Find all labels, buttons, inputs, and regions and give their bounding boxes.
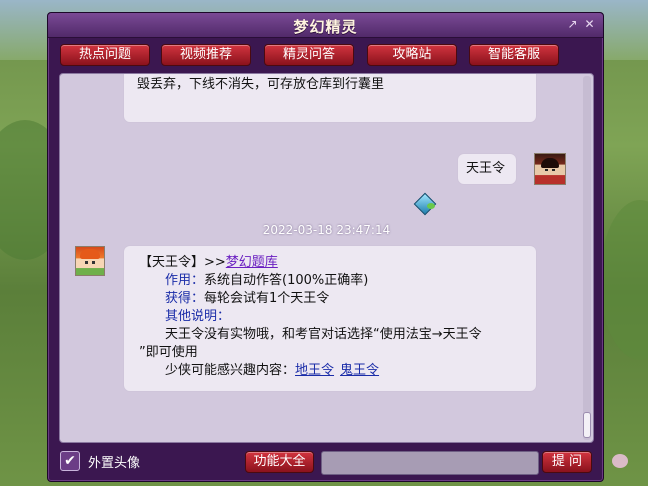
effect-key: 作用 [165, 273, 192, 288]
answer-head: 【天王令】>>梦幻题库 [139, 254, 278, 272]
close-icon[interactable]: ✕ [583, 18, 596, 31]
effect-value: 系统自动作答(100%正确率) [204, 273, 369, 288]
answer-row-effect: 作用：系统自动作答(100%正确率) [165, 273, 369, 288]
answer-bubble: 【天王令】>>梦幻题库 作用：系统自动作答(100%正确率) 获得：每轮会试有1… [124, 246, 536, 391]
window-title: 梦幻精灵 [293, 18, 358, 36]
user-query-text: 天王令 [466, 161, 506, 176]
tab-sprite-qa[interactable]: 精灵问答 [264, 44, 354, 66]
answer-head-prefix: 【天王令】>> [139, 255, 226, 270]
question-bank-link[interactable]: 梦幻题库 [226, 255, 278, 270]
restore-icon[interactable]: ↗ [566, 18, 579, 31]
tab-guide-site[interactable]: 攻略站 [367, 44, 457, 66]
interest-row: 少侠可能感兴趣内容：地王令 鬼王令 [165, 362, 379, 380]
check-icon: ✔ [64, 453, 76, 469]
other-notes-text-1: 天王令没有实物哦，和考官对话选择“使用法宝→天王令 [165, 327, 482, 342]
external-avatar-label: 外置头像 [88, 456, 141, 471]
chat-scrollbar[interactable] [583, 76, 591, 440]
tab-video-recommend[interactable]: 视频推荐 [161, 44, 251, 66]
obtain-key: 获得 [165, 291, 192, 306]
sprite-window: 梦幻精灵 ↗ ✕ 热点问题 视频推荐 精灵问答 攻略站 智能客服 毁丢弃，下线不… [47, 12, 604, 482]
background-foliage [600, 200, 648, 360]
external-avatar-checkbox[interactable]: ✔ [60, 451, 80, 471]
npc-avatar-icon [75, 246, 105, 276]
bottom-bar: ✔ 外置头像 功能大全 提 问 [48, 446, 603, 481]
interest-link-dwl[interactable]: 地王令 [295, 363, 334, 378]
question-input[interactable] [321, 451, 539, 475]
tab-hot-questions[interactable]: 热点问题 [60, 44, 150, 66]
feature-list-button[interactable]: 功能大全 [245, 451, 314, 473]
obtain-value: 每轮会试有1个天王令 [204, 291, 330, 306]
chat-area[interactable]: 毁丢弃，下线不消失，可存放仓库到行囊里 天王令 2022-03-18 23:47… [59, 73, 594, 443]
tab-smart-service[interactable]: 智能客服 [469, 44, 559, 66]
background-flower [612, 454, 628, 468]
other-notes-title: 其他说明： [165, 309, 231, 324]
prev-answer-bubble: 毁丢弃，下线不消失，可存放仓库到行囊里 [124, 74, 536, 122]
other-notes-text-2: ”即可使用 [139, 345, 198, 360]
titlebar[interactable]: 梦幻精灵 ↗ ✕ [48, 13, 603, 38]
message-timestamp: 2022-03-18 23:47:14 [262, 223, 391, 237]
ask-button[interactable]: 提 问 [542, 451, 592, 473]
user-avatar-icon [534, 153, 566, 185]
interest-label: 少侠可能感兴趣内容： [165, 363, 296, 378]
answer-row-obtain: 获得：每轮会试有1个天王令 [165, 291, 330, 306]
interest-link-gwl[interactable]: 鬼王令 [340, 363, 379, 378]
cursor-icon [413, 192, 437, 216]
chat-scrollbar-thumb[interactable] [583, 412, 591, 438]
user-query-bubble: 天王令 [458, 154, 516, 184]
prev-answer-text: 毁丢弃，下线不消失，可存放仓库到行囊里 [137, 77, 385, 92]
